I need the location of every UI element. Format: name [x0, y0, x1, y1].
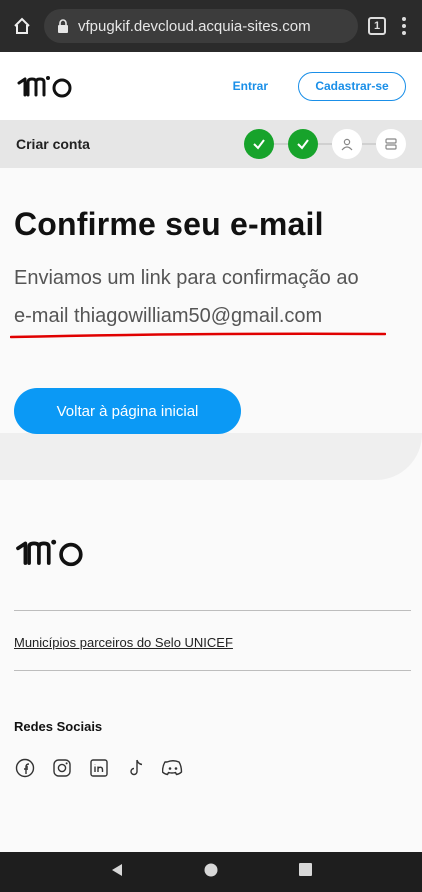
confirm-email-section: Confirme seu e-mail Enviamos um link par…	[0, 168, 422, 480]
red-underline-annotation	[10, 332, 386, 339]
step-4-server	[376, 129, 406, 159]
back-icon[interactable]	[110, 862, 124, 883]
check-icon	[253, 139, 265, 150]
step-2-complete	[288, 129, 318, 159]
progress-bar: Criar conta	[0, 120, 422, 168]
recents-icon[interactable]	[298, 863, 312, 881]
address-bar[interactable]: vfpugkif.devcloud.acquia-sites.com	[44, 9, 358, 43]
home-icon[interactable]	[10, 14, 34, 38]
section-divider	[0, 433, 422, 480]
footer-logo[interactable]	[14, 536, 86, 573]
partner-municipalities-link[interactable]: Municípios parceiros do Selo UNICEF	[14, 635, 233, 650]
back-to-home-button[interactable]: Voltar à página inicial	[14, 388, 241, 434]
brand-logo[interactable]	[16, 73, 74, 99]
login-link[interactable]: Entrar	[233, 79, 268, 93]
footer-divider	[14, 670, 411, 671]
confirmation-email: e-mail thiagowilliam50@gmail.com	[14, 305, 323, 327]
step-indicator	[244, 129, 406, 159]
instagram-icon[interactable]	[51, 757, 73, 779]
brand-logo-mark	[16, 539, 83, 567]
facebook-icon[interactable]	[14, 757, 36, 779]
menu-icon[interactable]	[396, 17, 412, 35]
home-circle-icon[interactable]	[204, 863, 218, 882]
social-links	[14, 757, 184, 779]
lock-icon	[56, 19, 70, 33]
step-3-user	[332, 129, 362, 159]
check-icon	[297, 139, 309, 150]
step-1-complete	[244, 129, 274, 159]
user-icon	[341, 138, 353, 151]
site-footer: Municípios parceiros do Selo UNICEF Rede…	[0, 480, 422, 820]
url-text: vfpugkif.devcloud.acquia-sites.com	[78, 17, 311, 35]
brand-logo-mark	[17, 76, 72, 98]
browser-toolbar: vfpugkif.devcloud.acquia-sites.com 1	[0, 0, 422, 52]
linkedin-icon[interactable]	[88, 757, 110, 779]
site-header: Entrar Cadastrar-se	[0, 52, 422, 120]
footer-divider	[14, 610, 411, 611]
tiktok-icon[interactable]	[125, 757, 147, 779]
confirmation-message: Enviamos um link para confirmação ao	[14, 267, 359, 289]
system-nav-bar	[0, 852, 422, 892]
social-title: Redes Sociais	[14, 719, 103, 734]
stepbar-title: Criar conta	[16, 136, 90, 152]
page-title: Confirme seu e-mail	[14, 206, 324, 242]
discord-icon[interactable]	[162, 757, 184, 779]
signup-button[interactable]: Cadastrar-se	[298, 71, 406, 101]
tab-switcher[interactable]: 1	[368, 17, 386, 35]
server-icon	[385, 138, 397, 150]
